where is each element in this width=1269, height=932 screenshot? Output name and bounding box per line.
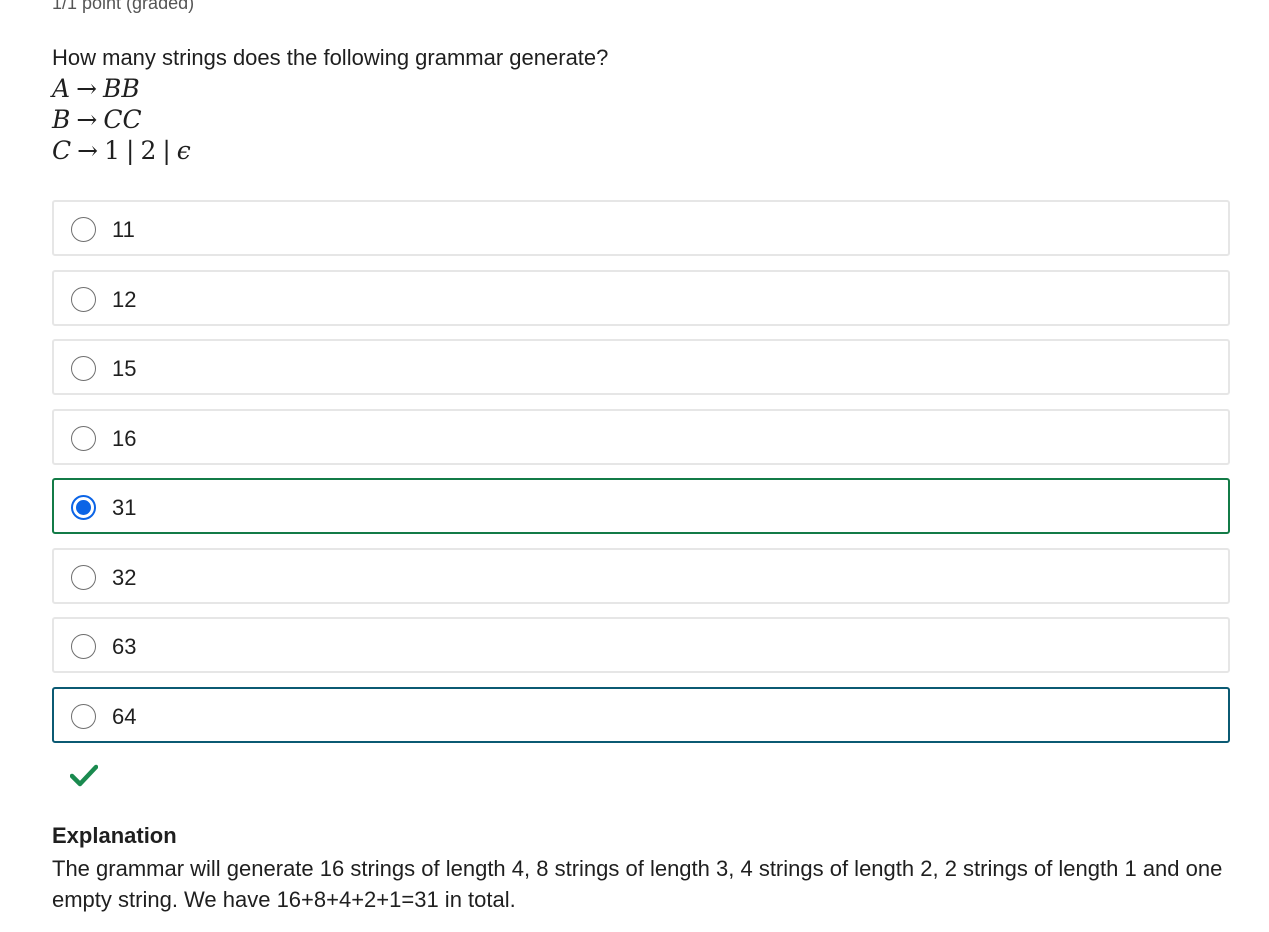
rule-lhs: C xyxy=(52,136,72,165)
rule-rhs: CC xyxy=(103,105,142,134)
answer-option-63[interactable]: 63 xyxy=(52,617,1230,673)
rule-rhs-separator: | xyxy=(126,136,135,165)
rule-lhs: A xyxy=(52,74,71,103)
radio-button[interactable] xyxy=(71,356,96,381)
answer-option-label: 31 xyxy=(112,495,137,520)
answer-option-11[interactable]: 11 xyxy=(52,200,1230,256)
rule-lhs: B xyxy=(52,105,71,134)
radio-button[interactable] xyxy=(71,565,96,590)
grammar-rule-a: A → BB xyxy=(52,73,191,104)
rule-arrow: → xyxy=(76,105,98,134)
answer-option-15[interactable]: 15 xyxy=(52,339,1230,395)
rule-rhs-terminal: 2 xyxy=(140,136,157,165)
grammar-rule-c: C → 1 | 2 | ϵ xyxy=(52,135,191,166)
answer-option-label: 63 xyxy=(112,634,137,659)
answer-option-12[interactable]: 12 xyxy=(52,270,1230,326)
grammar-rule-b: B → CC xyxy=(52,104,191,135)
rule-rhs-terminal: 1 xyxy=(104,136,120,165)
rule-arrow: → xyxy=(77,136,99,165)
radio-button[interactable] xyxy=(71,217,96,242)
grammar-rules: A → BB B → CC C → 1 | 2 | ϵ xyxy=(52,73,191,166)
points-label: 1/1 point (graded) xyxy=(52,0,195,13)
answer-option-label: 16 xyxy=(112,426,137,451)
answer-option-31[interactable]: 31 xyxy=(52,478,1230,534)
rule-arrow: → xyxy=(76,74,98,103)
radio-button[interactable] xyxy=(71,704,96,729)
answer-option-16[interactable]: 16 xyxy=(52,409,1230,465)
answer-option-64[interactable]: 64 xyxy=(52,687,1230,743)
answer-option-32[interactable]: 32 xyxy=(52,548,1230,604)
answer-option-label: 32 xyxy=(112,565,137,590)
checkmark-icon xyxy=(70,764,98,787)
answer-option-label: 11 xyxy=(112,217,135,242)
answer-option-label: 12 xyxy=(112,287,137,312)
rule-rhs-epsilon: ϵ xyxy=(176,136,191,165)
radio-button[interactable] xyxy=(71,287,96,312)
radio-button[interactable] xyxy=(71,634,96,659)
answer-option-label: 15 xyxy=(112,356,137,381)
rule-rhs: BB xyxy=(103,74,140,103)
answer-option-label: 64 xyxy=(112,704,137,729)
radio-button-selected[interactable] xyxy=(71,495,96,520)
question-text: How many strings does the following gram… xyxy=(52,45,609,70)
rule-rhs-separator: | xyxy=(162,136,171,165)
explanation-title: Explanation xyxy=(52,823,177,848)
radio-button[interactable] xyxy=(71,426,96,451)
explanation-text: The grammar will generate 16 strings of … xyxy=(52,856,1223,912)
